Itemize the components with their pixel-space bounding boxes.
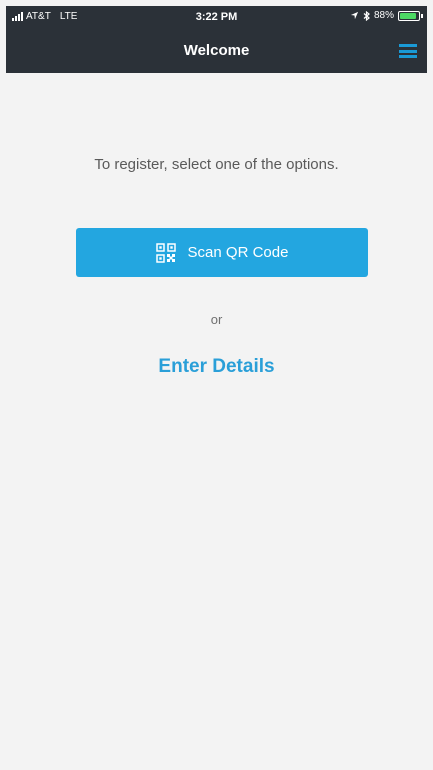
scan-qr-code-button[interactable]: Scan QR Code — [76, 228, 368, 277]
bluetooth-icon — [363, 10, 370, 21]
or-divider-text: or — [210, 312, 223, 327]
status-right: 88% — [350, 10, 423, 21]
battery-tip — [421, 13, 423, 18]
battery-icon — [398, 10, 420, 21]
page-title: Welcome — [183, 42, 250, 59]
battery-level — [400, 12, 416, 19]
location-arrow-icon — [350, 11, 359, 20]
hamburger-menu-icon[interactable] — [399, 44, 417, 58]
battery-percentage: 88% — [373, 10, 394, 21]
enter-details-link[interactable]: Enter Details — [0, 356, 433, 378]
app-screen: AT&T LTE 3:22 PM 88% Welcome To register… — [0, 0, 433, 770]
scan-qr-code-label: Scan QR Code — [187, 244, 289, 261]
qr-code-icon — [155, 242, 176, 263]
top-bar: AT&T LTE 3:22 PM 88% Welcome — [6, 6, 427, 73]
status-bar: AT&T LTE 3:22 PM 88% — [6, 6, 427, 30]
register-instructions: To register, select one of the options. — [94, 156, 339, 173]
